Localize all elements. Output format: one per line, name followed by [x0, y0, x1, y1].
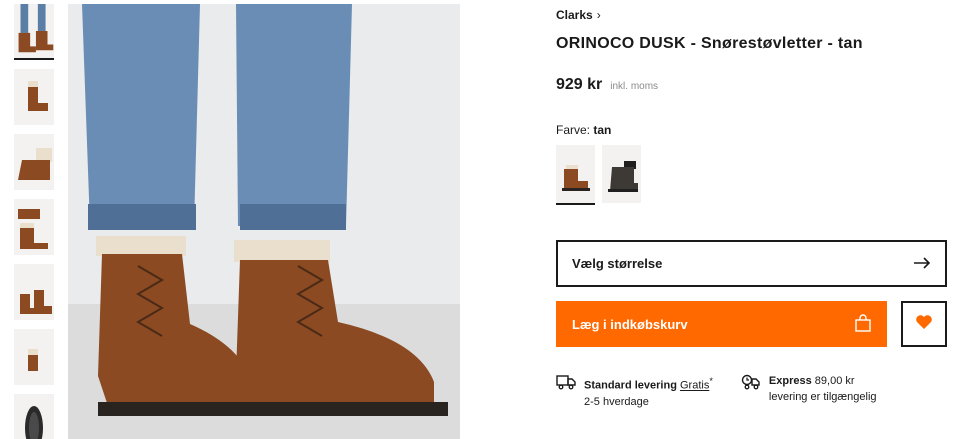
product-main-image[interactable] — [68, 4, 460, 439]
standard-delivery: Standard levering Gratis* 2-5 hverdage — [556, 373, 713, 410]
price: 929 kr inkl. moms — [556, 76, 658, 94]
heart-icon — [915, 314, 933, 335]
express-delivery: Express 89,00 kr levering er tilgængelig — [741, 373, 877, 410]
standard-delivery-mark: * — [709, 376, 713, 386]
shopping-bag-icon — [855, 313, 871, 335]
express-delivery-title: Express — [768, 375, 812, 387]
color-value: tan — [593, 123, 612, 137]
add-to-cart-button[interactable]: Læg i indkøbskurv — [556, 301, 887, 347]
chevron-right-icon: › — [596, 8, 601, 22]
standard-delivery-time: 2-5 hverdage — [584, 395, 649, 408]
brand-name[interactable]: Clarks — [556, 8, 593, 22]
standard-delivery-title: Standard levering — [584, 379, 677, 392]
color-swatches — [556, 145, 641, 205]
brand-link[interactable]: Clarks › — [556, 8, 601, 22]
thumbnail-3[interactable] — [14, 134, 54, 190]
thumbnail-1[interactable] — [14, 4, 54, 60]
price-value: 929 kr — [556, 76, 603, 93]
thumbnail-6[interactable] — [14, 329, 54, 385]
product-title: ORINOCO DUSK - Snørestøvletter - tan — [556, 35, 863, 52]
thumbnail-4[interactable] — [14, 199, 54, 255]
thumbnail-2[interactable] — [14, 69, 54, 125]
swatch-tan[interactable] — [556, 145, 595, 205]
arrow-right-icon — [913, 253, 931, 274]
express-delivery-note: levering er tilgængelig — [768, 391, 877, 403]
size-select-label: Vælg størrelse — [572, 256, 663, 271]
size-select[interactable]: Vælg størrelse — [556, 240, 947, 287]
thumbnail-7[interactable] — [14, 394, 54, 439]
delivery-info: Standard levering Gratis* 2-5 hverdage E… — [556, 373, 948, 410]
express-truck-icon — [741, 374, 761, 390]
express-delivery-price: 89,00 kr — [814, 375, 855, 387]
add-to-cart-label: Læg i indkøbskurv — [572, 316, 688, 332]
color-label: Farve: tan — [556, 123, 611, 137]
standard-delivery-price[interactable]: Gratis — [680, 380, 709, 392]
vat-note: inkl. moms — [610, 81, 659, 92]
swatch-dark[interactable] — [602, 145, 641, 203]
color-label-text: Farve: — [556, 123, 591, 137]
thumbnail-list — [14, 4, 56, 439]
truck-icon — [556, 374, 576, 390]
thumbnail-5[interactable] — [14, 264, 54, 320]
wishlist-button[interactable] — [901, 301, 947, 347]
